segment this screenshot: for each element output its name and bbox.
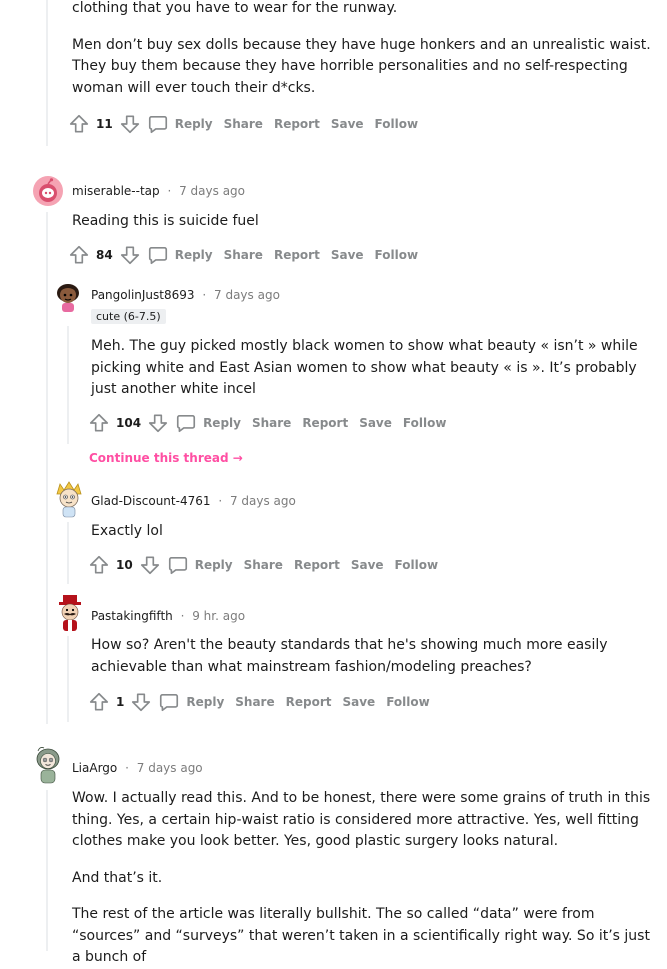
- vote-count: 11: [96, 117, 113, 131]
- downvote-icon[interactable]: [119, 244, 141, 266]
- reply-button[interactable]: Reply: [167, 554, 244, 576]
- comment-actions: 11 Reply Share Report Save Follow: [68, 112, 429, 136]
- reply-button[interactable]: Reply: [175, 412, 252, 434]
- downvote-icon[interactable]: [130, 691, 152, 713]
- comment-bubble-icon: [175, 412, 197, 434]
- comment-bubble-icon: [167, 554, 189, 576]
- comment-bubble-icon: [158, 691, 180, 713]
- upvote-icon[interactable]: [88, 691, 110, 713]
- report-button[interactable]: Report: [294, 558, 340, 572]
- follow-button[interactable]: Follow: [375, 248, 419, 262]
- reply-button[interactable]: Reply: [147, 244, 224, 266]
- meta-separator: ·: [125, 761, 129, 775]
- save-button[interactable]: Save: [331, 248, 364, 262]
- comment-bubble-icon: [147, 244, 169, 266]
- username-link[interactable]: LiaArgo: [72, 761, 117, 775]
- report-button[interactable]: Report: [286, 695, 332, 709]
- follow-button[interactable]: Follow: [375, 117, 419, 131]
- username-link[interactable]: Pastakingfifth: [91, 609, 173, 623]
- vote-count: 10: [116, 558, 133, 572]
- comment-meta: miserable--tap · 7 days ago: [72, 184, 245, 198]
- share-button[interactable]: Share: [224, 248, 263, 262]
- share-button[interactable]: Share: [224, 117, 263, 131]
- avatar[interactable]: [54, 594, 86, 632]
- meta-separator: ·: [180, 609, 185, 623]
- username-link[interactable]: miserable--tap: [72, 184, 160, 198]
- avatar[interactable]: [53, 480, 85, 518]
- thread-line[interactable]: [67, 326, 69, 444]
- share-button[interactable]: Share: [235, 695, 274, 709]
- comment-meta: Glad-Discount-4761 · 7 days ago: [91, 494, 296, 508]
- comment-actions: 84 Reply Share Report Save Follow: [68, 243, 429, 267]
- comment-paragraph: Wow. I actually read this. And to be hon…: [72, 790, 651, 849]
- timestamp[interactable]: 7 days ago: [230, 494, 296, 508]
- save-button[interactable]: Save: [359, 416, 392, 430]
- comment-body: Meh. The guy picked mostly black women t…: [91, 338, 638, 397]
- report-button[interactable]: Report: [274, 117, 320, 131]
- comment-body: clothing that you have to wear for the r…: [72, 0, 652, 99]
- timestamp[interactable]: 9 hr. ago: [192, 609, 245, 623]
- thread-line[interactable]: [46, 0, 48, 146]
- avatar[interactable]: [53, 282, 83, 312]
- comment-actions: 10 Reply Share Report Save Follow: [88, 553, 449, 577]
- comment-paragraph: The rest of the article was literally bu…: [72, 906, 650, 965]
- report-button[interactable]: Report: [302, 416, 348, 430]
- thread-line[interactable]: [46, 790, 48, 951]
- upvote-icon[interactable]: [88, 412, 110, 434]
- comment-paragraph: clothing that you have to wear for the r…: [72, 0, 398, 16]
- comment-paragraph: Men don’t buy sex dolls because they hav…: [72, 36, 651, 96]
- comment-body: Reading this is suicide fuel: [72, 213, 259, 229]
- comment-actions: 104 Reply Share Report Save Follow: [88, 411, 457, 435]
- timestamp[interactable]: 7 days ago: [179, 184, 245, 198]
- thread-line[interactable]: [46, 212, 48, 724]
- meta-separator: ·: [202, 288, 207, 302]
- comment-body: How so? Aren't the beauty standards that…: [91, 637, 608, 675]
- reply-button[interactable]: Reply: [158, 691, 235, 713]
- downvote-icon[interactable]: [147, 412, 169, 434]
- timestamp[interactable]: 7 days ago: [214, 288, 280, 302]
- username-link[interactable]: Glad-Discount-4761: [91, 494, 210, 508]
- follow-button[interactable]: Follow: [395, 558, 439, 572]
- share-button[interactable]: Share: [244, 558, 283, 572]
- report-button[interactable]: Report: [274, 248, 320, 262]
- avatar[interactable]: [32, 745, 64, 785]
- continue-thread-link[interactable]: Continue this thread →: [89, 451, 243, 465]
- username-link[interactable]: PangolinJust8693: [91, 288, 195, 302]
- comment-actions: 1 Reply Share Report Save Follow: [88, 690, 441, 714]
- meta-separator: ·: [167, 184, 172, 198]
- follow-button[interactable]: Follow: [386, 695, 430, 709]
- comment-bubble-icon: [147, 113, 169, 135]
- save-button[interactable]: Save: [351, 558, 384, 572]
- downvote-icon[interactable]: [139, 554, 161, 576]
- comment-meta: LiaArgo · 7 days ago: [72, 761, 203, 775]
- reply-button[interactable]: Reply: [147, 113, 224, 135]
- user-flair: cute (6-7.5): [91, 309, 166, 324]
- thread-line[interactable]: [67, 522, 69, 584]
- comment-paragraph: And that’s it.: [72, 869, 163, 886]
- comment-body: Exactly lol: [91, 523, 163, 539]
- upvote-icon[interactable]: [88, 554, 110, 576]
- upvote-icon[interactable]: [68, 244, 90, 266]
- meta-separator: ·: [218, 494, 223, 508]
- save-button[interactable]: Save: [342, 695, 375, 709]
- vote-count: 104: [116, 416, 142, 430]
- avatar[interactable]: [33, 176, 63, 206]
- upvote-icon[interactable]: [68, 113, 90, 135]
- downvote-icon[interactable]: [119, 113, 141, 135]
- timestamp[interactable]: 7 days ago: [137, 761, 203, 775]
- vote-count: 1: [116, 695, 125, 709]
- comment-meta: PangolinJust8693 · 7 days ago: [91, 288, 280, 302]
- comment-body: Wow. I actually read this. And to be hon…: [72, 788, 652, 969]
- share-button[interactable]: Share: [252, 416, 291, 430]
- follow-button[interactable]: Follow: [403, 416, 447, 430]
- save-button[interactable]: Save: [331, 117, 364, 131]
- comment-meta: Pastakingfifth · 9 hr. ago: [91, 609, 245, 623]
- vote-count: 84: [96, 248, 113, 262]
- thread-line[interactable]: [67, 636, 69, 722]
